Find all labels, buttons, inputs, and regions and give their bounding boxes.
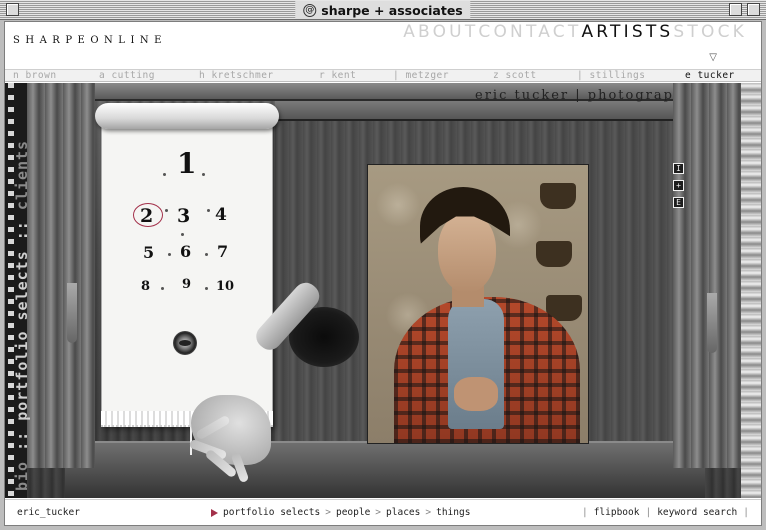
category-link-things[interactable]: things	[436, 507, 470, 518]
side-link-bio[interactable]: bio	[13, 461, 31, 491]
portfolio-page-8[interactable]: 8	[141, 279, 150, 294]
artist-link-a-cutting[interactable]: a cutting	[99, 70, 155, 82]
dropdown-triangle-icon[interactable]: ▽	[709, 52, 717, 63]
plus-icon[interactable]: +	[673, 180, 684, 191]
footer-tools: | flipbook | keyword search |	[582, 507, 749, 518]
keyword-search-link[interactable]: keyword search	[657, 507, 737, 518]
portfolio-page-7[interactable]: 7	[217, 242, 228, 261]
number-dot	[205, 253, 208, 256]
curtain-right	[673, 83, 741, 468]
site-logo[interactable]: SHARPEONLINE	[13, 35, 167, 46]
tassel-right	[707, 293, 717, 353]
section-link-portfolio-selects[interactable]: portfolio selects	[223, 507, 320, 518]
artist-link-r-kent[interactable]: r kent	[319, 70, 356, 82]
subject-face	[438, 213, 496, 293]
tassel-left	[67, 283, 77, 343]
portfolio-page-5[interactable]: 5	[143, 243, 154, 262]
portfolio-page-9[interactable]: 9	[182, 277, 191, 292]
artist-link-metzger[interactable]: | metzger	[393, 70, 449, 82]
pipe-separator: |	[645, 507, 652, 518]
zoom-box-icon[interactable]	[729, 3, 742, 16]
portfolio-page-10[interactable]: 10	[216, 279, 234, 294]
window-title: @ sharpe + associates	[295, 1, 471, 19]
site-footer: eric_tucker portfolio selects > people >…	[5, 499, 761, 525]
portfolio-stage: eric tucker | photographer bio :: portfo…	[5, 83, 761, 498]
window-title-text: sharpe + associates	[321, 2, 463, 18]
portfolio-page-1[interactable]: 1	[177, 147, 196, 180]
number-dot	[168, 253, 171, 256]
category-breadcrumb: portfolio selects > people > places > th…	[211, 507, 470, 518]
category-link-places[interactable]: places	[386, 507, 420, 518]
artist-id-label: eric_tucker	[17, 507, 80, 518]
site-header: SHARPEONLINE ABOUT CONTACT ARTISTS STOCK…	[5, 22, 761, 68]
torn-edge-right	[741, 83, 761, 498]
number-dot	[202, 173, 205, 176]
number-dot	[165, 209, 168, 212]
vertical-section-menu[interactable]: bio :: portfolio selects :: clients	[13, 140, 31, 491]
email-icon[interactable]: E	[673, 197, 684, 208]
curtain-left	[27, 83, 95, 468]
hanging-plant	[540, 183, 576, 209]
eye-pupil	[179, 340, 191, 346]
pipe-separator: |	[743, 507, 749, 518]
separator: >	[425, 507, 432, 518]
number-dot	[163, 173, 166, 176]
stage-floor	[65, 441, 705, 498]
number-dot	[207, 209, 210, 212]
separator: >	[325, 507, 331, 518]
play-triangle-icon	[211, 508, 218, 517]
artist-link-h-kretschmer[interactable]: h kretschmer	[199, 70, 274, 82]
artist-link-e-tucker[interactable]: e tucker	[685, 70, 735, 82]
browser-content: SHARPEONLINE ABOUT CONTACT ARTISTS STOCK…	[4, 21, 762, 526]
portfolio-page-3[interactable]: 3	[177, 205, 190, 227]
separator: >	[375, 507, 382, 518]
photographer-label: eric tucker | photographer	[475, 88, 703, 103]
info-icon[interactable]: I	[673, 163, 684, 174]
number-dot	[205, 287, 208, 290]
number-dot	[181, 233, 184, 236]
hanging-plant	[536, 241, 572, 267]
portfolio-page-4[interactable]: 4	[215, 205, 227, 225]
portfolio-page-6[interactable]: 6	[180, 242, 191, 261]
nav-contact[interactable]: CONTACT	[478, 22, 581, 42]
category-link-people[interactable]: people	[336, 507, 370, 518]
subject-hand	[454, 377, 498, 411]
artist-link-stillings[interactable]: | stillings	[577, 70, 645, 82]
artist-link-n-brown[interactable]: n brown	[13, 70, 57, 82]
flipbook-link[interactable]: flipbook	[594, 507, 640, 518]
photo-controls: I + E	[673, 163, 685, 214]
close-box-icon[interactable]	[6, 3, 19, 16]
globe-icon: @	[303, 3, 317, 17]
side-link-portfolio-selects[interactable]: portfolio selects	[13, 250, 31, 421]
side-link-clients[interactable]: clients	[13, 140, 31, 210]
photographer-header-strip	[275, 101, 695, 121]
nav-stock[interactable]: STOCK	[673, 22, 747, 42]
portfolio-page-2[interactable]: 2	[140, 205, 153, 227]
pipe-separator: |	[581, 507, 588, 518]
collapse-box-icon[interactable]	[747, 3, 760, 16]
window-title-bar[interactable]: @ sharpe + associates	[0, 0, 766, 20]
nav-artists[interactable]: ARTISTS	[581, 22, 673, 42]
nav-about[interactable]: ABOUT	[403, 22, 478, 42]
scroll-roller	[95, 103, 279, 129]
artist-list: n brown a cutting h kretschmer r kent | …	[5, 69, 761, 82]
number-dot	[161, 287, 164, 290]
top-navigation: ABOUT CONTACT ARTISTS STOCK	[403, 22, 747, 42]
portfolio-photo[interactable]	[367, 164, 589, 444]
artist-link-z-scott[interactable]: z scott	[493, 70, 537, 82]
